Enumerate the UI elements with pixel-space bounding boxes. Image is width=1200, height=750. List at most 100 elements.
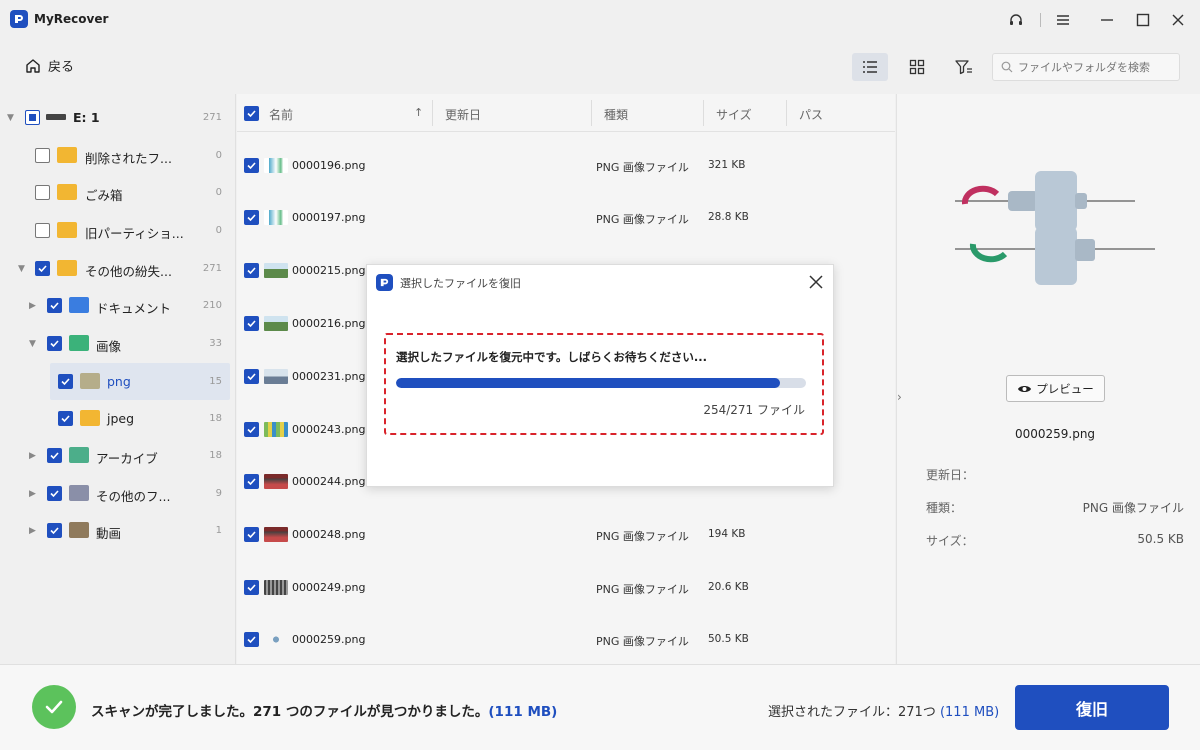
- file-type: PNG 画像ファイル: [596, 635, 689, 648]
- tree-count: 271: [202, 112, 222, 123]
- close-window-icon[interactable]: [1166, 8, 1190, 32]
- tree-item-recycle-bin[interactable]: ごみ箱 0: [0, 174, 236, 211]
- sort-asc-icon[interactable]: ↑: [414, 106, 423, 119]
- column-path[interactable]: パス: [799, 106, 823, 123]
- file-name: 0000216.png: [292, 317, 366, 330]
- tree-checkbox[interactable]: [58, 411, 73, 426]
- tree-item-documents[interactable]: ▶ ドキュメント 210: [0, 287, 236, 324]
- tree-item-png[interactable]: png 15: [50, 363, 230, 400]
- file-size: 50.5 KB: [708, 633, 749, 645]
- tree-checkbox[interactable]: [47, 448, 62, 463]
- home-icon: [26, 58, 40, 73]
- table-row[interactable]: 0000249.png PNG 画像ファイル 20.6 KB: [237, 562, 895, 614]
- search-box[interactable]: [992, 53, 1180, 81]
- headset-support-icon[interactable]: [1004, 8, 1028, 32]
- tree-checkbox[interactable]: [47, 486, 62, 501]
- tree-item-old-partition[interactable]: 旧パーティショ... 0: [0, 212, 236, 249]
- maximize-icon[interactable]: [1131, 8, 1155, 32]
- row-checkbox[interactable]: [244, 474, 259, 489]
- tree-item-drive[interactable]: ▼ E: 1 271: [0, 99, 236, 136]
- file-thumbnail: [264, 580, 288, 595]
- tree-checkbox[interactable]: [35, 148, 50, 163]
- file-name: 0000249.png: [292, 581, 366, 594]
- tree-count: 0: [215, 150, 222, 161]
- column-size[interactable]: サイズ: [716, 106, 752, 123]
- row-checkbox[interactable]: [244, 263, 259, 278]
- table-row[interactable]: 0000248.png PNG 画像ファイル 194 KB: [237, 509, 895, 561]
- row-checkbox[interactable]: [244, 580, 259, 595]
- tree-checkbox[interactable]: [35, 261, 50, 276]
- expand-arrow-icon[interactable]: ▶: [29, 301, 36, 311]
- column-name[interactable]: 名前: [269, 106, 293, 123]
- file-thumbnail: [264, 474, 288, 489]
- tree-item-jpeg[interactable]: jpeg 18: [0, 400, 236, 437]
- drive-checkbox[interactable]: [25, 110, 40, 125]
- expand-arrow-icon[interactable]: ▶: [29, 451, 36, 461]
- tree-label: その他のフ...: [96, 489, 171, 504]
- grid-view-button[interactable]: [899, 53, 935, 81]
- row-checkbox[interactable]: [244, 369, 259, 384]
- menu-icon[interactable]: [1051, 8, 1075, 32]
- tree-checkbox[interactable]: [58, 374, 73, 389]
- collapse-arrow-icon[interactable]: ▼: [18, 264, 25, 274]
- tree-checkbox[interactable]: [35, 223, 50, 238]
- tree-count: 1: [215, 525, 222, 536]
- dialog-title: 選択したファイルを復旧: [400, 277, 521, 290]
- back-button[interactable]: 戻る: [24, 56, 74, 75]
- filter-button[interactable]: [946, 53, 982, 81]
- eye-icon: [1018, 385, 1032, 392]
- row-checkbox[interactable]: [244, 158, 259, 173]
- tree-item-other-files[interactable]: ▶ その他のフ... 9: [0, 475, 236, 512]
- table-row[interactable]: 0000197.png PNG 画像ファイル 28.8 KB: [237, 192, 895, 244]
- file-type: PNG 画像ファイル: [596, 213, 689, 226]
- tree-checkbox[interactable]: [47, 298, 62, 313]
- tree-count: 0: [215, 225, 222, 236]
- tree-checkbox[interactable]: [35, 185, 50, 200]
- progress-fill: [396, 378, 780, 388]
- app-title: MyRecover: [34, 12, 109, 26]
- table-row[interactable]: 0000196.png PNG 画像ファイル 321 KB: [237, 140, 895, 192]
- tree-label: 削除されたフ...: [85, 151, 172, 166]
- tree-item-video[interactable]: ▶ 動画 1: [0, 512, 236, 549]
- close-icon[interactable]: [807, 273, 825, 291]
- table-row[interactable]: 0000259.png PNG 画像ファイル 50.5 KB: [237, 614, 895, 666]
- tree-item-deleted-files[interactable]: 削除されたフ... 0: [0, 137, 236, 174]
- file-size: 28.8 KB: [708, 211, 749, 223]
- preview-pane: › プレビュー 0000259.png 更新日： 種類： PNG 画像ファイル …: [896, 94, 1200, 664]
- file-thumbnail: [264, 210, 288, 225]
- expand-arrow-icon[interactable]: ▶: [29, 489, 36, 499]
- tree-item-archive[interactable]: ▶ アーカイブ 18: [0, 437, 236, 474]
- collapse-arrow-icon[interactable]: ▼: [7, 113, 14, 123]
- list-view-button[interactable]: [852, 53, 888, 81]
- expand-arrow-icon[interactable]: ▶: [29, 526, 36, 536]
- tree-checkbox[interactable]: [47, 523, 62, 538]
- recover-button[interactable]: 復旧: [1015, 685, 1169, 730]
- dots-folder-icon: [57, 260, 77, 276]
- file-thumbnail: [264, 422, 288, 437]
- preview-button[interactable]: プレビュー: [1006, 375, 1105, 402]
- tree-item-other-lost[interactable]: ▼ その他の紛失... 271: [0, 250, 236, 287]
- tree-count: 33: [209, 338, 222, 349]
- tree-label: 画像: [96, 339, 122, 354]
- column-type[interactable]: 種類: [604, 106, 628, 123]
- select-all-checkbox[interactable]: [244, 106, 259, 121]
- minimize-icon[interactable]: [1095, 8, 1119, 32]
- selected-summary: 選択されたファイル：271つ (111 MB): [768, 701, 999, 720]
- row-checkbox[interactable]: [244, 527, 259, 542]
- row-checkbox[interactable]: [244, 316, 259, 331]
- row-checkbox[interactable]: [244, 632, 259, 647]
- row-checkbox[interactable]: [244, 210, 259, 225]
- collapse-arrow-icon[interactable]: ▼: [29, 339, 36, 349]
- collapse-panel-icon[interactable]: ›: [897, 390, 902, 404]
- meta-label: 種類：: [926, 501, 963, 515]
- tree-checkbox[interactable]: [47, 336, 62, 351]
- selected-size: (111 MB): [939, 705, 1000, 720]
- search-input[interactable]: [1018, 60, 1168, 74]
- list-view-icon: [863, 61, 877, 73]
- unknown-folder-icon: [69, 485, 89, 501]
- row-checkbox[interactable]: [244, 422, 259, 437]
- tree-item-images[interactable]: ▼ 画像 33: [0, 325, 236, 362]
- column-modified[interactable]: 更新日: [445, 106, 481, 123]
- toolbar: 戻る: [0, 40, 1200, 94]
- tree-count: 9: [215, 488, 222, 499]
